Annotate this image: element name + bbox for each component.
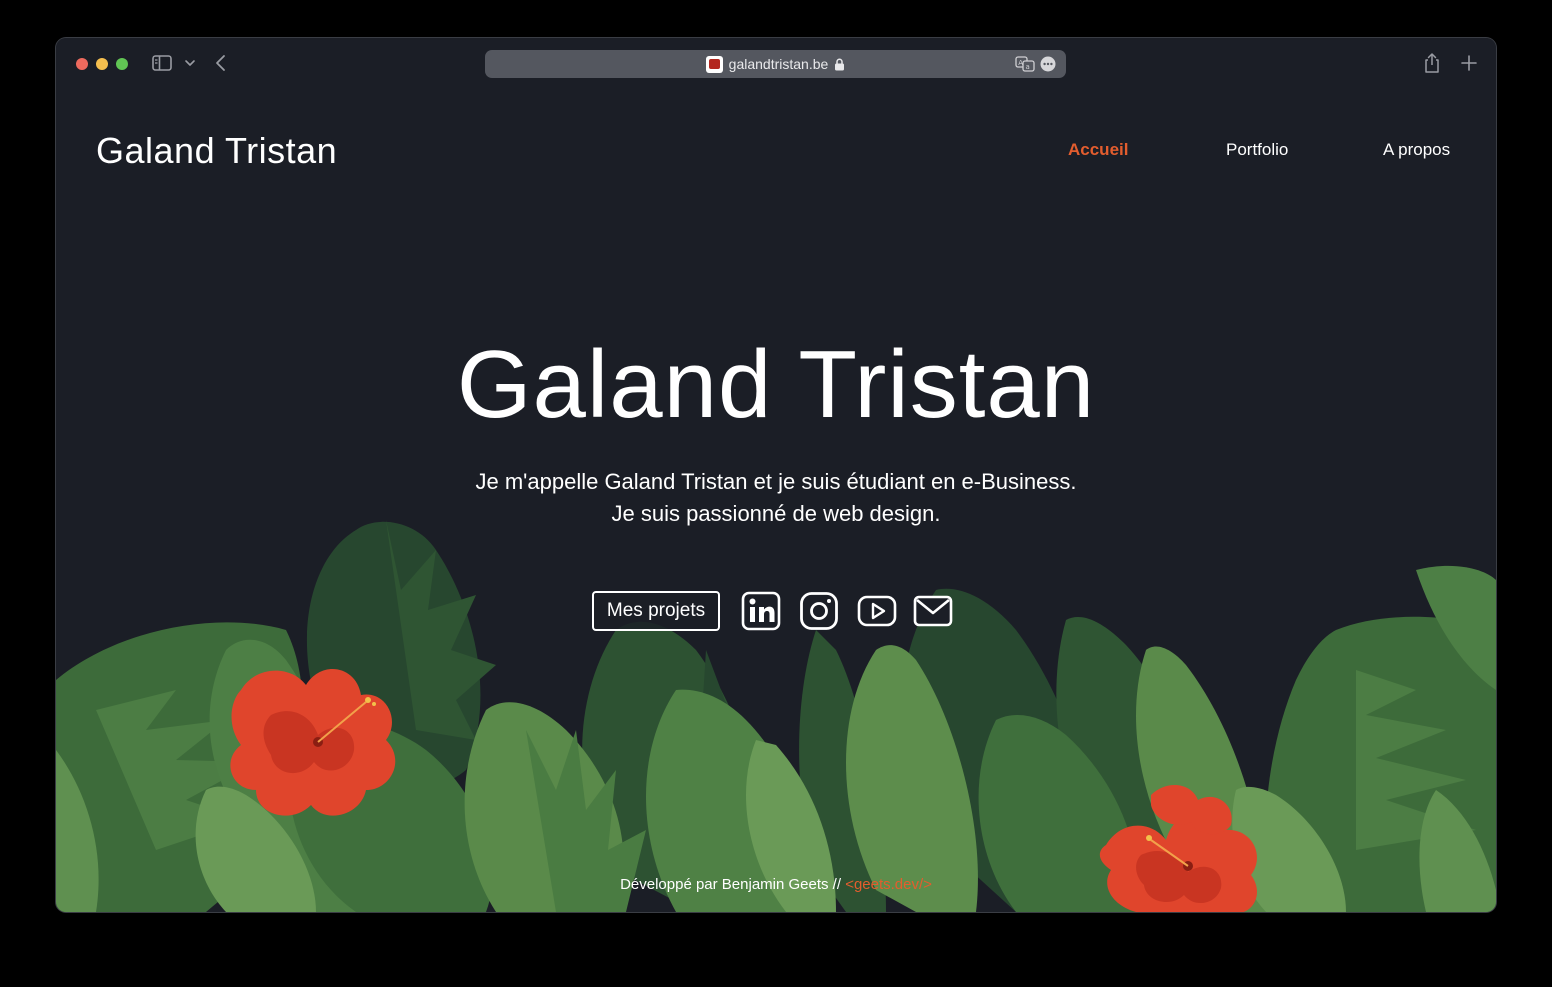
share-icon[interactable] bbox=[1422, 52, 1442, 74]
browser-toolbar: galandtristan.be A a bbox=[56, 38, 1496, 90]
hero-passion-line: Je suis passionné de web design. bbox=[611, 501, 941, 526]
site-logo[interactable]: Galand Tristan bbox=[96, 130, 337, 172]
address-bar-content: galandtristan.be bbox=[485, 50, 1066, 78]
nav-link-about[interactable]: A propos bbox=[1383, 140, 1450, 160]
nav-link-portfolio[interactable]: Portfolio bbox=[1226, 140, 1288, 160]
svg-text:a: a bbox=[1026, 63, 1030, 71]
hero-title: Galand Tristan bbox=[456, 331, 1096, 438]
lock-icon bbox=[835, 58, 845, 70]
footer-credit-text: Développé par Benjamin Geets // bbox=[620, 876, 846, 893]
nav-link-home[interactable]: Accueil bbox=[1068, 140, 1128, 160]
linkedin-icon[interactable] bbox=[741, 591, 781, 631]
mail-icon[interactable] bbox=[913, 591, 953, 631]
minimize-window-button[interactable] bbox=[96, 58, 108, 70]
hero-intro-line: Je m'appelle Galand Tristan et je suis é… bbox=[475, 469, 1077, 494]
close-window-button[interactable] bbox=[76, 58, 88, 70]
url-text: galandtristan.be bbox=[728, 56, 829, 72]
back-icon[interactable] bbox=[214, 53, 228, 73]
chevron-down-icon[interactable] bbox=[184, 56, 196, 70]
favicon bbox=[705, 55, 723, 73]
svg-text:A: A bbox=[1018, 59, 1023, 67]
web-page: Galand Tristan Accueil Portfolio A propo… bbox=[56, 90, 1496, 912]
footer: Développé par Benjamin Geets // <geets.d… bbox=[56, 876, 1496, 893]
browser-window: galandtristan.be A a Galand Tristan Accu… bbox=[56, 38, 1496, 912]
zoom-window-button[interactable] bbox=[116, 58, 128, 70]
youtube-icon[interactable] bbox=[857, 591, 897, 631]
address-bar[interactable]: galandtristan.be A a bbox=[485, 50, 1066, 78]
plus-icon[interactable] bbox=[1460, 53, 1478, 73]
instagram-icon[interactable] bbox=[799, 591, 839, 631]
projects-button[interactable]: Mes projets bbox=[592, 591, 720, 631]
sidebar-icon[interactable] bbox=[152, 54, 172, 72]
more-icon[interactable] bbox=[1040, 56, 1056, 72]
translate-icon[interactable]: A a bbox=[1015, 56, 1035, 72]
footer-developer-link[interactable]: <geets.dev/> bbox=[845, 876, 932, 893]
